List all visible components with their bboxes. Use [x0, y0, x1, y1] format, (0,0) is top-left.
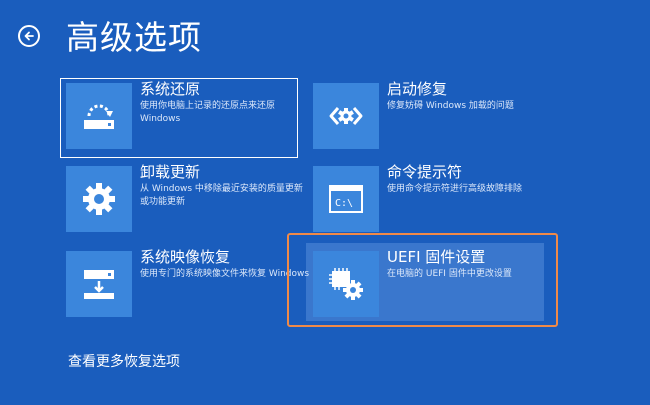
option-tile — [313, 251, 379, 317]
option-name: UEFI 固件设置 — [387, 248, 486, 266]
firmware-settings-icon — [329, 268, 363, 300]
startup-repair-icon — [329, 107, 363, 125]
option-tile — [66, 251, 132, 317]
option-name: 系统映像恢复 — [140, 248, 231, 266]
option-description: 使用你电脑上记录的还原点来还原 Windows — [140, 101, 276, 124]
option-description: 使用命令提示符进行高级故障排除 — [387, 184, 523, 194]
image-recovery-icon — [84, 270, 114, 299]
option-system-image-recovery[interactable]: 系统映像恢复 使用专门的系统映像文件来恢复 Windows — [66, 248, 309, 331]
option-description: 在电脑的 UEFI 固件中更改设置 — [387, 269, 512, 279]
back-arrow-icon — [24, 31, 34, 41]
option-startup-repair[interactable]: 启动修复 修复妨碍 Windows 加载的问题 — [313, 80, 553, 163]
option-name: 卸载更新 — [140, 163, 201, 181]
option-command-prompt[interactable]: C:\ 命令提示符 使用命令提示符进行高级故障排除 — [313, 163, 553, 246]
back-button[interactable] — [18, 25, 40, 47]
option-system-restore[interactable]: 系统还原 使用你电脑上记录的还原点来还原 Windows — [66, 80, 306, 163]
system-restore-icon — [84, 104, 114, 129]
svg-text:C:\: C:\ — [335, 198, 353, 209]
option-name: 命令提示符 — [387, 163, 463, 181]
option-description: 修复妨碍 Windows 加载的问题 — [387, 101, 514, 111]
option-tile — [313, 83, 379, 149]
option-description: 使用专门的系统映像文件来恢复 Windows — [140, 269, 310, 279]
page-title: 高级选项 — [66, 18, 202, 57]
option-uefi-firmware-settings[interactable]: UEFI 固件设置 在电脑的 UEFI 固件中更改设置 — [313, 248, 553, 331]
gear-icon — [83, 183, 115, 215]
option-uninstall-updates[interactable]: 卸载更新 从 Windows 中移除最近安装的质量更新或功能更新 — [66, 163, 306, 246]
option-description: 从 Windows 中移除最近安装的质量更新或功能更新 — [140, 184, 303, 207]
option-tile — [66, 166, 132, 232]
option-tile — [66, 83, 132, 149]
more-recovery-options-link[interactable]: 查看更多恢复选项 — [68, 352, 180, 372]
option-name: 启动修复 — [387, 80, 448, 98]
option-name: 系统还原 — [140, 80, 201, 98]
command-prompt-icon: C:\ — [329, 185, 363, 213]
option-tile: C:\ — [313, 166, 379, 232]
